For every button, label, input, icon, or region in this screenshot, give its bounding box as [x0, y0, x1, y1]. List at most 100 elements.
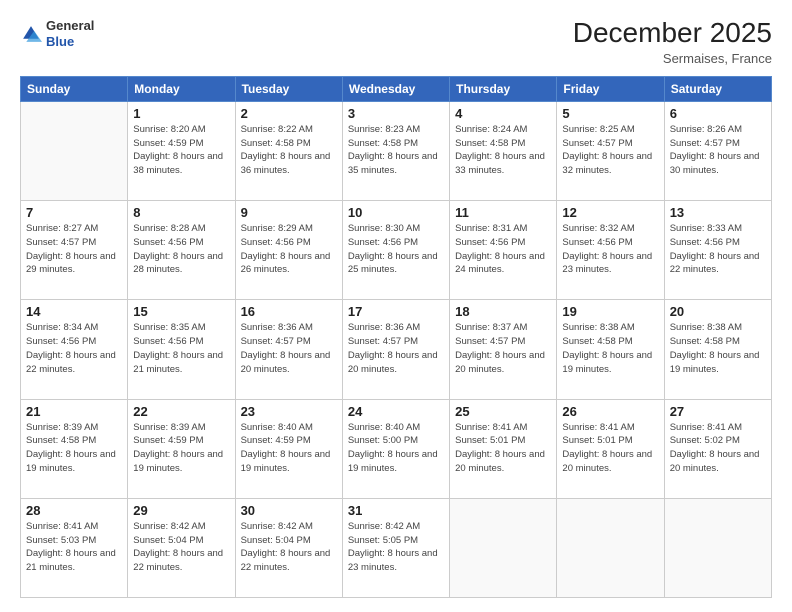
day-cell	[450, 498, 557, 597]
col-wednesday: Wednesday	[342, 76, 449, 101]
day-cell: 2Sunrise: 8:22 AM Sunset: 4:58 PM Daylig…	[235, 101, 342, 200]
day-number: 20	[670, 304, 766, 319]
header: General Blue December 2025 Sermaises, Fr…	[20, 18, 772, 66]
calendar-title: December 2025	[573, 18, 772, 49]
day-number: 16	[241, 304, 337, 319]
day-number: 22	[133, 404, 229, 419]
day-number: 19	[562, 304, 658, 319]
day-info: Sunrise: 8:24 AM Sunset: 4:58 PM Dayligh…	[455, 123, 551, 178]
day-cell: 10 Sunrise: 8:30 AM Sunset: 4:56 PM Dayli…	[342, 201, 449, 300]
day-info: Sunrise: 8:38 AM Sunset: 4:58 PM Dayligh…	[562, 321, 658, 376]
day-cell: 16 Sunrise: 8:36 AM Sunset: 4:57 PM Dayli…	[235, 300, 342, 399]
day-cell	[557, 498, 664, 597]
day-info: Sunrise: 8:25 AM Sunset: 4:57 PM Dayligh…	[562, 123, 658, 178]
day-info: Sunrise: 8:30 AM Sunset: 4:56 PM Dayligh…	[348, 222, 444, 277]
logo-text: General Blue	[46, 18, 94, 49]
day-cell: 5 Sunrise: 8:25 AM Sunset: 4:57 PM Daylig…	[557, 101, 664, 200]
col-saturday: Saturday	[664, 76, 771, 101]
day-number: 31	[348, 503, 444, 518]
day-number: 26	[562, 404, 658, 419]
day-info: Sunrise: 8:35 AM Sunset: 4:56 PM Dayligh…	[133, 321, 229, 376]
day-number: 5	[562, 106, 658, 121]
day-cell: 22 Sunrise: 8:39 AM Sunset: 4:59 PM Dayli…	[128, 399, 235, 498]
week-row-2: 7Sunrise: 8:27 AM Sunset: 4:57 PM Daylig…	[21, 201, 772, 300]
day-info: Sunrise: 8:23 AM Sunset: 4:58 PM Dayligh…	[348, 123, 444, 178]
day-info: Sunrise: 8:41 AM Sunset: 5:01 PM Dayligh…	[455, 421, 551, 476]
day-cell: 23 Sunrise: 8:40 AM Sunset: 4:59 PM Dayli…	[235, 399, 342, 498]
day-number: 10	[348, 205, 444, 220]
day-number: 25	[455, 404, 551, 419]
day-cell: 20Sunrise: 8:38 AM Sunset: 4:58 PM Dayli…	[664, 300, 771, 399]
day-cell: 6 Sunrise: 8:26 AM Sunset: 4:57 PM Daylig…	[664, 101, 771, 200]
day-cell: 17 Sunrise: 8:36 AM Sunset: 4:57 PM Dayli…	[342, 300, 449, 399]
day-cell: 28Sunrise: 8:41 AM Sunset: 5:03 PM Dayli…	[21, 498, 128, 597]
day-info: Sunrise: 8:42 AM Sunset: 5:04 PM Dayligh…	[241, 520, 337, 575]
day-info: Sunrise: 8:40 AM Sunset: 4:59 PM Dayligh…	[241, 421, 337, 476]
day-number: 9	[241, 205, 337, 220]
day-cell: 11 Sunrise: 8:31 AM Sunset: 4:56 PM Dayli…	[450, 201, 557, 300]
day-info: Sunrise: 8:42 AM Sunset: 5:05 PM Dayligh…	[348, 520, 444, 575]
calendar-table: Sunday Monday Tuesday Wednesday Thursday…	[20, 76, 772, 598]
day-cell: 13 Sunrise: 8:33 AM Sunset: 4:56 PM Dayli…	[664, 201, 771, 300]
day-info: Sunrise: 8:31 AM Sunset: 4:56 PM Dayligh…	[455, 222, 551, 277]
day-number: 4	[455, 106, 551, 121]
day-cell	[21, 101, 128, 200]
day-info: Sunrise: 8:29 AM Sunset: 4:56 PM Dayligh…	[241, 222, 337, 277]
col-monday: Monday	[128, 76, 235, 101]
week-row-5: 28Sunrise: 8:41 AM Sunset: 5:03 PM Dayli…	[21, 498, 772, 597]
day-cell: 15 Sunrise: 8:35 AM Sunset: 4:56 PM Dayli…	[128, 300, 235, 399]
day-cell: 19 Sunrise: 8:38 AM Sunset: 4:58 PM Dayli…	[557, 300, 664, 399]
day-info: Sunrise: 8:41 AM Sunset: 5:01 PM Dayligh…	[562, 421, 658, 476]
week-row-1: 1Sunrise: 8:20 AM Sunset: 4:59 PM Daylig…	[21, 101, 772, 200]
day-cell	[664, 498, 771, 597]
day-number: 17	[348, 304, 444, 319]
day-cell: 7Sunrise: 8:27 AM Sunset: 4:57 PM Daylig…	[21, 201, 128, 300]
day-number: 7	[26, 205, 122, 220]
title-area: December 2025 Sermaises, France	[573, 18, 772, 66]
day-cell: 3Sunrise: 8:23 AM Sunset: 4:58 PM Daylig…	[342, 101, 449, 200]
day-cell: 27Sunrise: 8:41 AM Sunset: 5:02 PM Dayli…	[664, 399, 771, 498]
day-cell: 18 Sunrise: 8:37 AM Sunset: 4:57 PM Dayli…	[450, 300, 557, 399]
day-info: Sunrise: 8:36 AM Sunset: 4:57 PM Dayligh…	[241, 321, 337, 376]
calendar-subtitle: Sermaises, France	[573, 51, 772, 66]
day-cell: 8Sunrise: 8:28 AM Sunset: 4:56 PM Daylig…	[128, 201, 235, 300]
day-cell: 26 Sunrise: 8:41 AM Sunset: 5:01 PM Dayli…	[557, 399, 664, 498]
day-cell: 9 Sunrise: 8:29 AM Sunset: 4:56 PM Daylig…	[235, 201, 342, 300]
day-number: 18	[455, 304, 551, 319]
page: General Blue December 2025 Sermaises, Fr…	[0, 0, 792, 612]
day-number: 1	[133, 106, 229, 121]
day-number: 6	[670, 106, 766, 121]
day-number: 23	[241, 404, 337, 419]
day-number: 8	[133, 205, 229, 220]
day-cell: 29Sunrise: 8:42 AM Sunset: 5:04 PM Dayli…	[128, 498, 235, 597]
col-sunday: Sunday	[21, 76, 128, 101]
day-info: Sunrise: 8:36 AM Sunset: 4:57 PM Dayligh…	[348, 321, 444, 376]
logo-blue: Blue	[46, 34, 94, 50]
day-number: 14	[26, 304, 122, 319]
day-info: Sunrise: 8:33 AM Sunset: 4:56 PM Dayligh…	[670, 222, 766, 277]
header-row: Sunday Monday Tuesday Wednesday Thursday…	[21, 76, 772, 101]
day-info: Sunrise: 8:34 AM Sunset: 4:56 PM Dayligh…	[26, 321, 122, 376]
day-number: 12	[562, 205, 658, 220]
day-cell: 12 Sunrise: 8:32 AM Sunset: 4:56 PM Dayli…	[557, 201, 664, 300]
day-info: Sunrise: 8:41 AM Sunset: 5:02 PM Dayligh…	[670, 421, 766, 476]
day-number: 15	[133, 304, 229, 319]
day-number: 24	[348, 404, 444, 419]
day-info: Sunrise: 8:32 AM Sunset: 4:56 PM Dayligh…	[562, 222, 658, 277]
day-info: Sunrise: 8:22 AM Sunset: 4:58 PM Dayligh…	[241, 123, 337, 178]
day-info: Sunrise: 8:26 AM Sunset: 4:57 PM Dayligh…	[670, 123, 766, 178]
week-row-4: 21Sunrise: 8:39 AM Sunset: 4:58 PM Dayli…	[21, 399, 772, 498]
day-cell: 1Sunrise: 8:20 AM Sunset: 4:59 PM Daylig…	[128, 101, 235, 200]
day-info: Sunrise: 8:39 AM Sunset: 4:59 PM Dayligh…	[133, 421, 229, 476]
day-number: 11	[455, 205, 551, 220]
day-info: Sunrise: 8:42 AM Sunset: 5:04 PM Dayligh…	[133, 520, 229, 575]
day-cell: 31 Sunrise: 8:42 AM Sunset: 5:05 PM Dayli…	[342, 498, 449, 597]
logo-general: General	[46, 18, 94, 34]
col-thursday: Thursday	[450, 76, 557, 101]
col-friday: Friday	[557, 76, 664, 101]
day-number: 13	[670, 205, 766, 220]
day-info: Sunrise: 8:37 AM Sunset: 4:57 PM Dayligh…	[455, 321, 551, 376]
week-row-3: 14 Sunrise: 8:34 AM Sunset: 4:56 PM Dayli…	[21, 300, 772, 399]
day-info: Sunrise: 8:39 AM Sunset: 4:58 PM Dayligh…	[26, 421, 122, 476]
day-number: 30	[241, 503, 337, 518]
